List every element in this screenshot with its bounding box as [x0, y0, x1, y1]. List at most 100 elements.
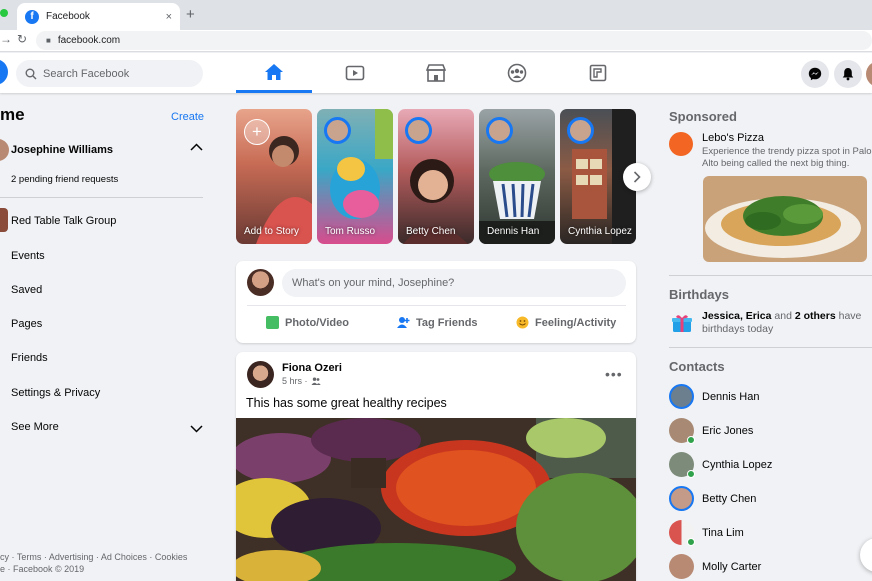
ad-image[interactable] — [703, 176, 867, 262]
post-image[interactable] — [236, 418, 636, 581]
post-more-options-icon[interactable]: ••• — [605, 366, 623, 382]
photo-video-label: Photo/Video — [285, 316, 349, 329]
url-text: facebook.com — [57, 35, 121, 46]
sidebar-profile-name[interactable]: Josephine Williams — [11, 144, 113, 156]
photo-icon — [266, 316, 279, 329]
story-card[interactable]: + Add to Story — [236, 109, 312, 244]
pizza-logo-icon[interactable] — [669, 132, 693, 156]
contact-item[interactable]: Cynthia Lopez — [669, 452, 773, 478]
messenger-button[interactable] — [801, 60, 829, 88]
story-card[interactable]: Tom Russo — [317, 109, 393, 244]
contact-avatar — [669, 384, 694, 409]
sidebar-item-see-more[interactable]: See More — [11, 421, 59, 433]
footer-line-2[interactable]: e · Facebook © 2019 — [0, 563, 210, 575]
composer-divider — [247, 305, 626, 306]
story-name: Add to Story — [244, 226, 300, 237]
new-tab-button[interactable]: + — [186, 6, 195, 23]
tag-friends-icon — [397, 317, 410, 328]
sidebar-item-events[interactable]: Events — [11, 250, 45, 262]
group-thumbnail — [0, 208, 8, 232]
sidebar-item-friends[interactable]: Friends — [11, 352, 48, 364]
sidebar-item-saved[interactable]: Saved — [11, 284, 42, 296]
notifications-button[interactable] — [834, 60, 862, 88]
post-time[interactable]: 5 hrs · — [282, 376, 308, 386]
contact-name: Betty Chen — [702, 492, 757, 505]
facebook-favicon-icon: f — [25, 9, 39, 24]
tab-home[interactable] — [236, 53, 312, 93]
chevron-up-icon[interactable] — [190, 142, 203, 154]
sidebar-pending-requests[interactable]: 2 pending friend requests — [11, 174, 118, 185]
contact-avatar — [669, 452, 695, 478]
sponsored-heading: Sponsored — [669, 109, 737, 124]
composer-avatar[interactable] — [247, 269, 274, 296]
story-card[interactable]: Dennis Han — [479, 109, 555, 244]
photo-video-button[interactable]: Photo/Video — [266, 316, 349, 329]
birthday-names: Jessica, Erica — [702, 310, 772, 322]
pizza-photo — [703, 176, 867, 262]
window-maximize-button[interactable] — [0, 9, 8, 17]
tab-groups[interactable] — [479, 53, 555, 93]
contact-item[interactable]: Tina Lim — [669, 520, 744, 546]
footer-links[interactable]: cy · Terms · Advertising · Ad Choices · … — [0, 551, 210, 575]
contact-item[interactable]: Eric Jones — [669, 418, 753, 444]
sidebar-item-pages[interactable]: Pages — [11, 318, 42, 330]
right-sidebar-divider — [669, 275, 872, 276]
create-link[interactable]: Create — [171, 111, 204, 123]
birthday-and: and — [771, 310, 795, 322]
contact-item[interactable]: Betty Chen — [669, 486, 756, 511]
contact-avatar — [669, 554, 694, 579]
tab-close-icon[interactable]: × — [166, 11, 172, 23]
story-name: Betty Chen — [406, 226, 456, 237]
new-message-button[interactable] — [860, 538, 872, 572]
post-author-name[interactable]: Fiona Ozeri — [282, 362, 342, 374]
search-input[interactable]: Search Facebook — [16, 60, 203, 87]
right-sidebar-divider — [669, 347, 872, 348]
story-name: Cynthia Lopez — [568, 226, 632, 237]
birthday-notice[interactable]: Jessica, Erica and 2 others have birthda… — [702, 310, 872, 336]
lock-icon: ■ — [46, 36, 51, 45]
sidebar-item-red-table-talk[interactable]: Red Table Talk Group — [11, 215, 116, 227]
contact-item[interactable]: Molly Carter — [669, 554, 761, 579]
tag-friends-label: Tag Friends — [416, 316, 478, 329]
sidebar-divider — [0, 197, 203, 198]
post-author-avatar[interactable] — [247, 361, 274, 388]
contact-avatar — [669, 486, 694, 511]
contact-item[interactable]: Dennis Han — [669, 384, 759, 409]
stories-next-button[interactable] — [623, 163, 651, 191]
tab-gaming[interactable] — [560, 53, 636, 93]
ad-title[interactable]: Lebo's Pizza — [702, 132, 764, 144]
story-avatar — [324, 117, 351, 144]
story-card[interactable]: Betty Chen — [398, 109, 474, 244]
video-icon — [345, 65, 365, 81]
messenger-icon — [808, 67, 822, 81]
sidebar-item-settings-privacy[interactable]: Settings & Privacy — [11, 387, 100, 399]
contacts-heading: Contacts — [669, 359, 725, 374]
tab-marketplace[interactable] — [398, 53, 474, 93]
contact-name: Cynthia Lopez — [702, 458, 773, 471]
search-icon — [25, 68, 37, 79]
home-icon — [265, 63, 283, 80]
online-status-dot — [687, 538, 695, 546]
tag-friends-button[interactable]: Tag Friends — [397, 316, 478, 329]
footer-line-1[interactable]: cy · Terms · Advertising · Ad Choices · … — [0, 551, 210, 563]
reload-icon[interactable]: ↻ — [17, 32, 27, 46]
feeling-activity-label: Feeling/Activity — [535, 316, 617, 329]
story-name: Dennis Han — [487, 226, 540, 237]
birthdays-heading: Birthdays — [669, 287, 729, 302]
bell-icon — [842, 68, 854, 81]
url-field[interactable]: ■ facebook.com — [36, 31, 872, 50]
tab-title: Facebook — [46, 11, 90, 22]
tab-watch[interactable] — [317, 53, 393, 93]
online-status-dot — [687, 470, 695, 478]
forward-arrow-icon[interactable]: → — [0, 32, 12, 46]
profile-avatar[interactable] — [0, 139, 9, 161]
chevron-down-icon[interactable] — [190, 424, 203, 436]
status-input[interactable]: What's on your mind, Josephine? — [282, 269, 626, 297]
ad-description[interactable]: Experience the trendy pizza spot in Palo… — [702, 146, 872, 170]
add-story-plus-icon[interactable]: + — [244, 119, 270, 145]
story-avatar — [486, 117, 513, 144]
browser-tab-facebook[interactable]: f Facebook × — [17, 3, 180, 30]
story-avatar — [405, 117, 432, 144]
feeling-activity-button[interactable]: Feeling/Activity — [516, 316, 616, 329]
groups-icon — [507, 63, 527, 83]
